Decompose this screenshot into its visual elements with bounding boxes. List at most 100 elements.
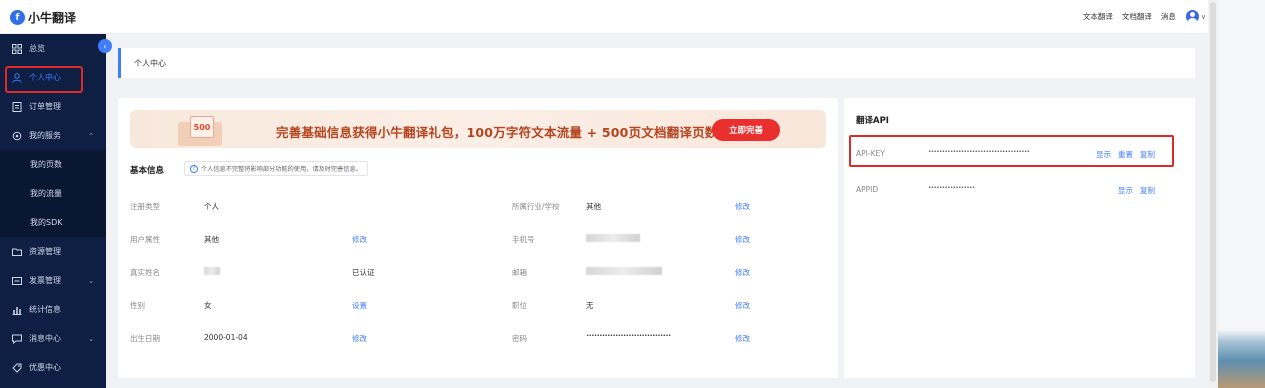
sidebar-item-messages[interactable]: 消息中心 ⌄ <box>0 324 106 353</box>
info-tip-text: 个人信息不完整将影响部分功能的使用，请及时完善信息。 <box>201 166 362 173</box>
sidebar-subitem-pages[interactable]: 我的页数 <box>0 150 106 179</box>
field-label: 真实姓名 <box>130 268 160 277</box>
sidebar-item-label: 消息中心 <box>29 334 61 343</box>
sidebar-subitem-sdk[interactable]: 我的SDK <box>0 208 106 237</box>
sidebar-item-services[interactable]: 我的服务 ⌃ <box>0 121 106 150</box>
chevron-down-icon: ⌄ <box>88 334 94 343</box>
field-label: 密码 <box>512 334 527 343</box>
field-value: 其他 <box>204 235 219 244</box>
field-label: 注册类型 <box>130 202 160 211</box>
sidebar-item-coupons[interactable]: 优惠中心 <box>0 353 106 382</box>
sidebar-item-label: 订单管理 <box>29 102 61 111</box>
service-icon <box>12 131 22 141</box>
sidebar-item-label: 总览 <box>29 44 45 53</box>
user-avatar-icon[interactable] <box>1185 10 1199 23</box>
api-key-label: API-KEY <box>856 149 885 158</box>
sidebar-item-label: 我的服务 <box>29 131 61 140</box>
password-value: •••••••••••••••••••••••••••••••• <box>586 333 671 339</box>
user-icon <box>12 72 22 83</box>
field-value: 无 <box>586 301 594 310</box>
collapse-sidebar-icon[interactable]: ‹ <box>98 39 112 53</box>
nav-text-translate[interactable]: 文本翻译 <box>1083 11 1113 22</box>
masked-value <box>586 267 662 275</box>
show-appid-button[interactable]: 显示 <box>1118 185 1133 196</box>
nav-doc-translate[interactable]: 文档翻译 <box>1122 11 1152 22</box>
sidebar-subitem-traffic[interactable]: 我的流量 <box>0 179 106 208</box>
edit-button[interactable]: 修改 <box>735 267 750 278</box>
sidebar-item-overview[interactable]: 总览 <box>0 34 106 63</box>
set-button[interactable]: 设置 <box>352 300 367 311</box>
verified-status: 已认证 <box>352 268 375 277</box>
breadcrumb: 个人中心 <box>118 48 1195 78</box>
sidebar-item-profile[interactable]: 个人中心 <box>0 63 106 92</box>
field-label: 出生日期 <box>130 334 160 343</box>
field-value: 女 <box>204 301 212 310</box>
tag-icon <box>12 363 22 373</box>
chevron-down-icon[interactable]: ∨ <box>1201 13 1206 21</box>
invoice-icon <box>12 276 22 286</box>
chevron-up-icon: ⌃ <box>88 131 94 140</box>
sidebar-item-label: 资源管理 <box>29 247 61 256</box>
profile-card: 500 完善基础信息获得小牛翻译礼包，100万字符文本流量 + 500页文档翻译… <box>118 98 838 378</box>
complete-now-button[interactable]: 立即完善 <box>712 119 780 141</box>
sidebar-item-stats[interactable]: 统计信息 <box>0 295 106 324</box>
show-key-button[interactable]: 显示 <box>1096 149 1111 160</box>
promo-banner[interactable]: 500 完善基础信息获得小牛翻译礼包，100万字符文本流量 + 500页文档翻译… <box>130 110 826 148</box>
services-submenu: 我的页数 我的流量 我的SDK <box>0 150 106 237</box>
appid-value: ••••••••••••••••• <box>928 185 975 191</box>
field-label: 所属行业/学校 <box>512 202 560 211</box>
sidebar-item-resources[interactable]: 资源管理 <box>0 237 106 266</box>
field-value: 其他 <box>586 202 601 211</box>
stats-icon <box>12 305 22 315</box>
field-label: 邮箱 <box>512 268 527 277</box>
edit-button[interactable]: 修改 <box>352 234 367 245</box>
sidebar-item-label: 发票管理 <box>29 276 61 285</box>
field-value: 个人 <box>204 202 219 211</box>
field-label: 手机号 <box>512 235 535 244</box>
app-logo[interactable]: f 小牛翻译 <box>10 9 76 26</box>
sidebar-item-invoices[interactable]: 发票管理 ⌄ <box>0 266 106 295</box>
logo-icon: f <box>10 10 25 25</box>
top-nav: 文本翻译 文档翻译 消息 ∨ <box>1074 10 1206 23</box>
nav-messages[interactable]: 消息 <box>1161 11 1176 22</box>
appid-label: APPID <box>856 185 879 194</box>
api-key-value: ••••••••••••••••••••••••••••••••••••• <box>928 149 1030 155</box>
scrollbar[interactable] <box>1208 0 1218 388</box>
edit-button[interactable]: 修改 <box>735 300 750 311</box>
gift-icon: 500 <box>178 116 222 146</box>
reset-key-button[interactable]: 重置 <box>1118 149 1133 160</box>
desktop-background <box>1218 0 1265 388</box>
field-value: 2000-01-04 <box>204 333 248 342</box>
field-label: 性别 <box>130 301 145 310</box>
edit-button[interactable]: 修改 <box>735 234 750 245</box>
field-label: 用户属性 <box>130 235 160 244</box>
app-name: 小牛翻译 <box>28 11 77 25</box>
top-bar: f 小牛翻译 文本翻译 文档翻译 消息 ∨ <box>0 0 1218 34</box>
copy-key-button[interactable]: 复制 <box>1140 149 1155 160</box>
api-card: 翻译API API-KEY ••••••••••••••••••••••••••… <box>844 98 1195 378</box>
question-icon: ? <box>190 164 198 173</box>
copy-appid-button[interactable]: 复制 <box>1140 185 1155 196</box>
sidebar: 总览 个人中心 订单管理 我的服务 ⌃ 我的页数 我的流量 我的SDK 资源管理… <box>0 34 106 388</box>
masked-value <box>204 267 220 275</box>
chevron-down-icon: ⌄ <box>88 276 94 285</box>
edit-button[interactable]: 修改 <box>735 201 750 212</box>
section-title: 基本信息 <box>130 166 165 176</box>
breadcrumb-accent <box>118 48 121 78</box>
page-title: 个人中心 <box>134 59 166 68</box>
edit-button[interactable]: 修改 <box>735 333 750 344</box>
grid-icon <box>12 43 22 54</box>
banner-text: 完善基础信息获得小牛翻译礼包，100万字符文本流量 + 500页文档翻译页数 <box>276 125 718 140</box>
info-tip: ? 个人信息不完整将影响部分功能的使用，请及时完善信息。 <box>184 161 368 176</box>
edit-button[interactable]: 修改 <box>352 333 367 344</box>
sidebar-item-label: 优惠中心 <box>29 363 61 372</box>
message-icon <box>12 334 22 344</box>
sidebar-item-label: 统计信息 <box>29 305 61 314</box>
folder-icon <box>12 247 22 257</box>
order-icon <box>12 101 22 112</box>
sidebar-item-orders[interactable]: 订单管理 <box>0 92 106 121</box>
api-title: 翻译API <box>856 116 889 126</box>
coupon-label: 500 <box>190 116 214 138</box>
field-label: 职位 <box>512 301 527 310</box>
scrollbar-thumb[interactable] <box>1210 2 1216 382</box>
